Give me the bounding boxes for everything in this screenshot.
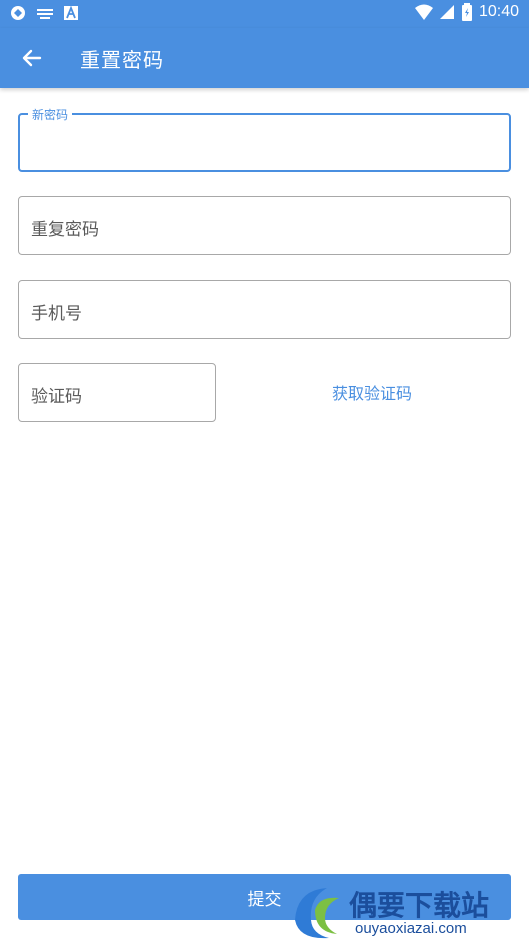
phone-field[interactable]: 手机号 [18, 280, 511, 339]
status-time: 10:40 [478, 3, 519, 20]
battery-icon [461, 3, 472, 21]
keyboard-icon [37, 9, 53, 19]
wifi-icon [414, 4, 433, 20]
back-button[interactable] [16, 42, 48, 74]
swirl-logo-icon [295, 888, 339, 939]
sync-icon [11, 6, 25, 20]
repeat-password-field[interactable]: 重复密码 [18, 196, 511, 255]
watermark-url: ouyaoxiazai.com [355, 920, 467, 937]
watermark-logo: 偶要下载站 ouyaoxiazai.com [285, 880, 525, 944]
page-title: 重置密码 [80, 48, 164, 72]
phone-placeholder: 手机号 [31, 304, 82, 324]
new-password-field[interactable]: 新密码 [18, 106, 511, 172]
verification-code-field[interactable]: 验证码 [18, 363, 216, 422]
arrow-left-icon [22, 49, 42, 67]
verification-code-placeholder: 验证码 [31, 387, 82, 407]
get-code-button[interactable]: 获取验证码 [332, 380, 412, 404]
status-right: 10:40 [414, 3, 519, 21]
submit-label: 提交 [247, 889, 282, 910]
new-password-label: 新密码 [28, 106, 73, 123]
watermark-text: 偶要下载站 [349, 889, 490, 922]
repeat-password-placeholder: 重复密码 [31, 220, 99, 240]
status-bar: 10:40 [0, 0, 529, 28]
app-bar: 重置密码 [0, 28, 529, 88]
signal-icon [439, 5, 454, 19]
a-icon [64, 6, 78, 20]
status-left [10, 5, 78, 21]
